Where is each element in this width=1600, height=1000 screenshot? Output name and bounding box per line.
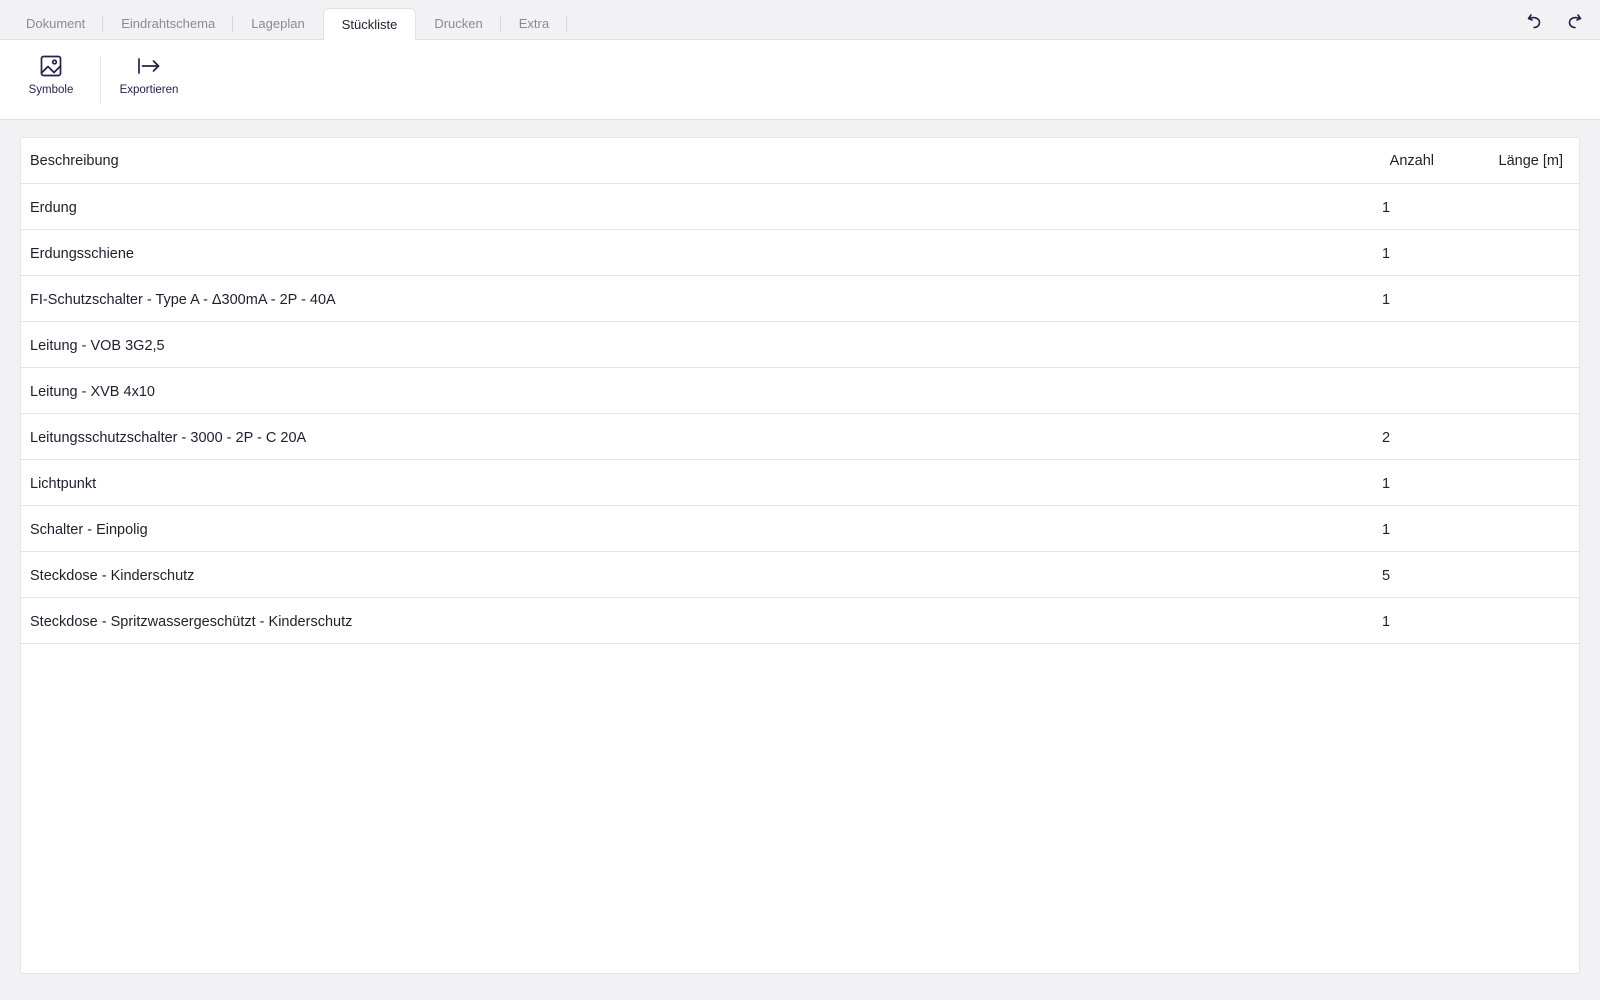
export-button[interactable]: Exportieren bbox=[115, 52, 183, 108]
table-row[interactable]: Leitungsschutzschalter - 3000 - 2P - C 2… bbox=[21, 414, 1579, 460]
row-count: 2 bbox=[1381, 430, 1391, 446]
table-body: Erdung 1 Erdungsschiene 1 FI-Schutzschalter … bbox=[21, 184, 1579, 644]
row-description: FI-Schutzschalter - Type A - Δ300mA - 2P… bbox=[30, 292, 336, 308]
tab-extra[interactable]: Extra bbox=[501, 8, 568, 40]
row-count: 5 bbox=[1381, 568, 1391, 584]
tab-dokument[interactable]: Dokument bbox=[8, 8, 104, 40]
row-count: 1 bbox=[1381, 614, 1391, 630]
row-description: Steckdose - Kinderschutz bbox=[30, 568, 195, 584]
row-description: Erdung bbox=[30, 200, 77, 216]
export-arrow-icon bbox=[138, 58, 160, 74]
column-header-description[interactable]: Beschreibung bbox=[30, 138, 119, 184]
row-description: Schalter - Einpolig bbox=[30, 522, 148, 538]
row-description: Lichtpunkt bbox=[30, 476, 97, 492]
row-description: Leitung - VOB 3G2,5 bbox=[30, 338, 165, 354]
row-count: 1 bbox=[1381, 200, 1391, 216]
image-icon bbox=[40, 55, 62, 77]
table-row[interactable]: Erdung 1 bbox=[21, 184, 1579, 230]
column-header-length[interactable]: Länge [m] bbox=[1499, 138, 1564, 184]
row-count: 1 bbox=[1381, 522, 1391, 538]
table-row[interactable]: Steckdose - Kinderschutz 5 bbox=[21, 552, 1579, 598]
row-description: Erdungsschiene bbox=[30, 246, 134, 262]
table-row[interactable]: Schalter - Einpolig 1 bbox=[21, 506, 1579, 552]
tab-lageplan[interactable]: Lageplan bbox=[233, 8, 323, 40]
row-count: 1 bbox=[1381, 246, 1391, 262]
undo-icon bbox=[1527, 14, 1541, 29]
undo-button[interactable] bbox=[1524, 10, 1546, 32]
export-label: Exportieren bbox=[119, 84, 179, 96]
tab-bar: Dokument Eindrahtschema Lageplan Stückli… bbox=[0, 0, 1600, 41]
tab-list: Dokument Eindrahtschema Lageplan Stückli… bbox=[8, 8, 568, 41]
row-description: Leitungsschutzschalter - 3000 - 2P - C 2… bbox=[30, 430, 307, 446]
row-description: Leitung - XVB 4x10 bbox=[30, 384, 155, 400]
table-row[interactable]: Leitung - XVB 4x10 bbox=[21, 368, 1579, 414]
row-count: 1 bbox=[1381, 292, 1391, 308]
table-row[interactable]: Erdungsschiene 1 bbox=[21, 230, 1579, 276]
tab-eindrahtschema[interactable]: Eindrahtschema bbox=[103, 8, 234, 40]
table-row[interactable]: Lichtpunkt 1 bbox=[21, 460, 1579, 506]
toolbar: Symbole Exportieren bbox=[0, 40, 1600, 120]
column-header-count[interactable]: Anzahl bbox=[1390, 138, 1434, 184]
symbols-button[interactable]: Symbole bbox=[25, 52, 77, 108]
row-description: Steckdose - Spritzwassergeschützt - Kind… bbox=[30, 614, 353, 630]
table-row[interactable]: Leitung - VOB 3G2,5 bbox=[21, 322, 1579, 368]
table-row[interactable]: Steckdose - Spritzwassergeschützt - Kind… bbox=[21, 598, 1579, 644]
symbols-label: Symbole bbox=[28, 84, 74, 96]
redo-button[interactable] bbox=[1563, 10, 1585, 32]
table-row[interactable]: FI-Schutzschalter - Type A - Δ300mA - 2P… bbox=[21, 276, 1579, 322]
toolbar-divider bbox=[100, 56, 101, 104]
tab-drucken[interactable]: Drucken bbox=[416, 8, 502, 40]
bill-of-materials-table: Beschreibung Anzahl Länge [m] Erdung 1 Erd… bbox=[20, 137, 1580, 974]
tab-stueckliste[interactable]: Stückliste bbox=[322, 8, 417, 41]
redo-icon bbox=[1568, 14, 1582, 29]
table-header: Beschreibung Anzahl Länge [m] bbox=[21, 138, 1579, 184]
row-count: 1 bbox=[1381, 476, 1391, 492]
